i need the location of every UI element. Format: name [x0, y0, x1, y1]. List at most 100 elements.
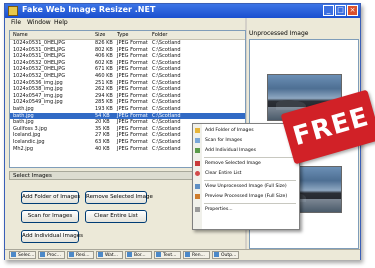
cell-name: Mh2.jpg	[13, 145, 33, 152]
add-individual-button[interactable]: Add Individual Images	[21, 230, 83, 243]
add-folder-button[interactable]: Add Folder of Images	[21, 191, 80, 204]
close-button[interactable]: ×	[347, 5, 358, 16]
context-menu: Add Folder of Images Scan for Images Add…	[192, 123, 300, 230]
table-row[interactable]: 1024x0531_0HELJPG 802 KB JPEG Format C:\Sco…	[10, 47, 245, 54]
tab-output[interactable]: Outp...	[212, 251, 239, 259]
cell-size: 40 KB	[95, 145, 110, 152]
column-size[interactable]: Size	[95, 31, 105, 39]
menu-help[interactable]: Help	[54, 19, 68, 26]
table-row[interactable]: bath.jpg 54 KB JPEG Format C:\Scotland	[10, 112, 245, 120]
table-row[interactable]: bath.jpg 193 KB JPEG Format C:\Scotland	[10, 106, 245, 113]
context-add-folder[interactable]: Add Folder of Images	[193, 126, 299, 135]
context-add-individual[interactable]: Add Individual Images	[193, 146, 299, 155]
cell-name: 1024x0549_img.jpg	[13, 99, 63, 106]
table-row[interactable]: 1024x0536_img.jpg 251 KB JPEG Format C:\Sco…	[10, 80, 245, 87]
cell-folder: C:\Scotland	[152, 119, 181, 126]
tab-process[interactable]: Proc...	[38, 251, 65, 259]
cell-type: JPEG Format	[117, 92, 148, 99]
tab-select[interactable]: Selec...	[9, 251, 36, 259]
cell-name: 1024x0532_0HELJPG	[13, 59, 66, 66]
cell-name: 1024x0531_0HELJPG	[13, 40, 66, 46]
cell-size: 602 KB	[95, 59, 113, 66]
table-row[interactable]: 1024x0532_0HELJPG 602 KB JPEG Format C:\Sco…	[10, 60, 245, 67]
table-row[interactable]: 1024x0531_0HELJPG 406 KB JPEG Format C:\Sco…	[10, 53, 245, 60]
menu-bar: File Window Help	[5, 18, 245, 29]
resize-icon	[69, 252, 74, 257]
cell-type: JPEG Format	[117, 99, 148, 106]
table-row[interactable]: 1024x0549_img.jpg 285 KB JPEG Format C:\Sco…	[10, 99, 245, 106]
table-row[interactable]: 1024x0547_img.jpg 294 KB JPEG Format C:\Sco…	[10, 93, 245, 100]
tab-text[interactable]: Text...	[154, 251, 181, 259]
cell-size: 406 KB	[95, 53, 113, 60]
cell-type: JPEG Format	[117, 53, 148, 60]
cell-folder: C:\Scotland	[152, 145, 181, 152]
remove-selected-button[interactable]: Remove Selected Image	[85, 191, 153, 204]
cell-folder: C:\Scotland	[152, 132, 181, 139]
cell-size: 802 KB	[95, 46, 113, 53]
column-name[interactable]: Name	[13, 31, 28, 39]
column-folder[interactable]: Folder	[152, 31, 167, 39]
scan-icon	[195, 138, 200, 143]
preview-icon	[195, 194, 200, 199]
clear-icon	[195, 171, 200, 176]
text-icon	[156, 252, 161, 257]
cell-folder: C:\Scotland	[152, 125, 181, 132]
context-separator	[204, 180, 296, 181]
context-scan[interactable]: Scan for Images	[193, 136, 299, 145]
context-clear-list[interactable]: Clear Entire List	[193, 169, 299, 178]
menu-window[interactable]: Window	[27, 19, 51, 26]
cell-size: 35 KB	[95, 125, 110, 132]
cell-size: 460 KB	[95, 73, 113, 79]
table-row[interactable]: 1024x0532_0HELJPG 671 KB JPEG Format C:\Sco…	[10, 66, 245, 73]
menu-file[interactable]: File	[11, 19, 21, 26]
unprocessed-image-title: Unprocessed Image	[249, 30, 309, 37]
cell-name: 1024x0536_img.jpg	[13, 79, 63, 86]
cell-name: Iceland.jpg	[13, 132, 41, 139]
process-icon	[40, 252, 45, 257]
cell-size: 251 KB	[95, 79, 113, 86]
tab-watermark[interactable]: Wat...	[96, 251, 123, 259]
context-properties[interactable]: Properties...	[193, 205, 299, 214]
cell-folder: C:\Scotland	[152, 46, 181, 53]
folder-icon	[195, 128, 200, 133]
cell-name: 1024x0547_img.jpg	[13, 92, 63, 99]
add-image-icon	[195, 148, 200, 153]
table-row[interactable]: 1024x0532_0HELJPG 460 KB JPEG Format C:\Sco…	[10, 73, 245, 80]
cell-folder: C:\Scotland	[152, 53, 181, 60]
cell-name: 1024x0531_0HELJPG	[13, 53, 66, 60]
clear-list-button[interactable]: Clear Entire List	[85, 210, 147, 223]
context-remove-selected[interactable]: Remove Selected Image	[193, 159, 299, 168]
scan-images-button[interactable]: Scan for Images	[21, 210, 79, 223]
tab-resize[interactable]: Resi...	[67, 251, 94, 259]
title-bar[interactable]: Fake Web Image Resizer .NET _ □ ×	[5, 4, 360, 18]
view-icon	[195, 184, 200, 189]
cell-name: 1024x0532_0HELJPG	[13, 73, 66, 79]
cell-type: JPEG Format	[117, 40, 148, 46]
cell-size: 20 KB	[95, 119, 110, 126]
cell-type: JPEG Format	[117, 119, 148, 126]
minimize-button[interactable]: _	[323, 5, 334, 16]
properties-icon	[195, 207, 200, 212]
cell-name: 1024x0532_0HELJPG	[13, 66, 66, 73]
maximize-button[interactable]: □	[335, 5, 346, 16]
watermark-icon	[98, 252, 103, 257]
cell-type: JPEG Format	[117, 145, 148, 152]
cell-size: 671 KB	[95, 66, 113, 73]
column-type[interactable]: Type	[117, 31, 128, 39]
context-view-unprocessed[interactable]: View Unprocessed Image (Full Size)	[193, 182, 299, 191]
cell-folder: C:\Scotland	[152, 40, 181, 46]
list-header: Name Size Type Folder	[10, 31, 245, 40]
cell-size: 285 KB	[95, 99, 113, 106]
table-row[interactable]: 1024x0538_img.jpg 262 KB JPEG Format C:\Sco…	[10, 86, 245, 93]
tab-border[interactable]: Bor...	[125, 251, 152, 259]
context-separator	[204, 157, 296, 158]
cell-name: bath.jpg	[13, 112, 34, 119]
tab-rename[interactable]: Ren...	[183, 251, 210, 259]
cell-type: JPEG Format	[117, 139, 148, 145]
table-row[interactable]: 1024x0531_0HELJPG 826 KB JPEG Format C:\Sco…	[10, 40, 245, 47]
border-icon	[127, 252, 132, 257]
cell-size: 826 KB	[95, 40, 113, 46]
cell-folder: C:\Scotland	[152, 66, 181, 73]
context-preview-processed[interactable]: Preview Processed Image (Full Size)	[193, 192, 299, 201]
cell-type: JPEG Format	[117, 66, 148, 73]
